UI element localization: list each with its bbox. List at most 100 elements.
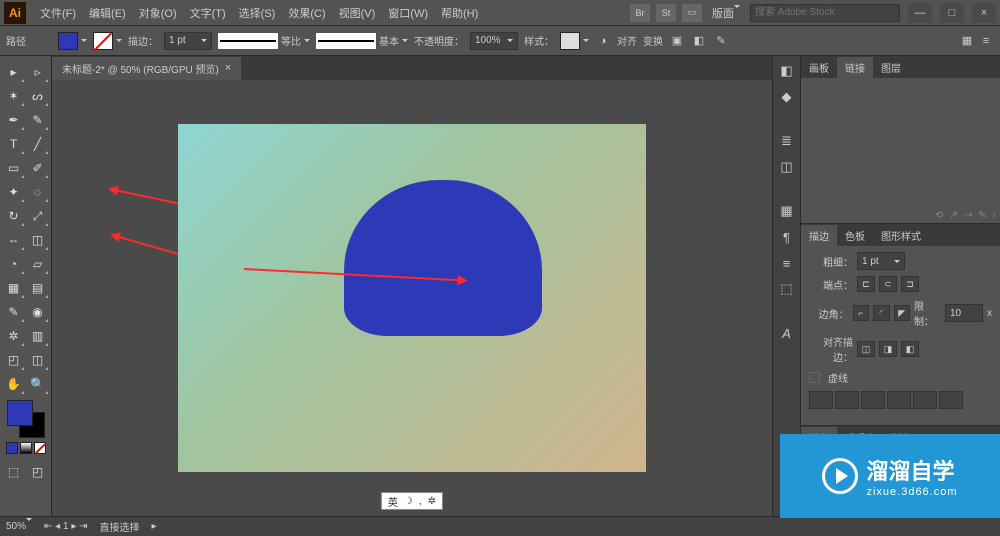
tool-direct-select[interactable]: ▹ [27, 61, 49, 83]
join-bevel[interactable]: ◤ [894, 305, 910, 321]
align-outside[interactable]: ◧ [901, 341, 919, 357]
tool-scale[interactable]: ⤢ [27, 205, 49, 227]
links-goto-icon[interactable]: ↗ [949, 210, 957, 221]
brush-definition[interactable] [316, 33, 376, 49]
brushes-icon[interactable]: ≣ [778, 132, 796, 150]
ime-gear-icon[interactable]: ✲ [428, 496, 436, 507]
change-screen[interactable]: ◰ [27, 461, 49, 483]
maximize-button[interactable]: □ [940, 3, 964, 23]
tab-stroke[interactable]: 描边 [801, 225, 837, 246]
align-icon[interactable]: ≡ [778, 254, 796, 272]
mode-color[interactable] [6, 442, 18, 454]
libraries-icon[interactable]: ◆ [778, 88, 796, 106]
stroke-swatch[interactable] [93, 32, 113, 50]
cap-round[interactable]: ⊂ [879, 276, 897, 292]
menu-object[interactable]: 对象(O) [133, 2, 183, 24]
tool-selection[interactable]: ▸ [3, 61, 25, 83]
char-icon[interactable]: ¶ [778, 228, 796, 246]
align-center[interactable]: ◫ [857, 341, 875, 357]
screen-mode[interactable]: ⬚ [3, 461, 25, 483]
chevron-down-icon[interactable] [116, 39, 122, 42]
menu-effect[interactable]: 效果(C) [282, 2, 331, 24]
tab-links[interactable]: 链接 [837, 57, 873, 78]
links-edit-icon[interactable]: ✎ [978, 210, 986, 221]
fill-fg-swatch[interactable] [7, 400, 33, 426]
recolor-icon[interactable]: ◑ [595, 33, 611, 49]
tool-rectangle[interactable]: ▭ [3, 157, 25, 179]
links-expand-icon[interactable]: › [993, 210, 996, 221]
tool-slice[interactable]: ◫ [27, 349, 49, 371]
tool-curvature[interactable]: ✎ [27, 109, 49, 131]
tool-mesh[interactable]: ▦ [3, 277, 25, 299]
ime-lang[interactable]: 英 [388, 494, 398, 509]
tool-paintbrush[interactable]: ✐ [27, 157, 49, 179]
opacity-label[interactable]: 不透明度： [414, 33, 464, 48]
tab-close-icon[interactable]: × [225, 62, 231, 74]
tool-eraser[interactable]: ◌ [27, 181, 49, 203]
tool-free-transform[interactable]: ◫ [27, 229, 49, 251]
status-nav-next[interactable]: ▸ [152, 521, 157, 532]
chevron-down-icon[interactable] [402, 39, 408, 42]
graphic-style[interactable] [560, 32, 580, 50]
menu-edit[interactable]: 编辑(E) [83, 2, 132, 24]
chevron-down-icon[interactable] [583, 39, 589, 42]
join-miter[interactable]: ⌐ [853, 305, 869, 321]
mode-none[interactable] [34, 442, 46, 454]
bridge-icon[interactable]: Br [630, 4, 650, 22]
workspace-switcher[interactable]: 版面 [708, 5, 744, 21]
artboard-nav[interactable]: ⇤ ◂ 1 ▸ ⇥ [44, 521, 88, 532]
panel-toggle-icon[interactable]: ▦ [959, 33, 975, 49]
tool-zoom[interactable]: 🔍 [27, 373, 49, 395]
close-button[interactable]: × [972, 3, 996, 23]
tab-artboards[interactable]: 画板 [801, 57, 837, 78]
search-input[interactable] [750, 4, 900, 22]
tool-line[interactable]: ╱ [27, 133, 49, 155]
tool-blend[interactable]: ◉ [27, 301, 49, 323]
menu-help[interactable]: 帮助(H) [435, 2, 484, 24]
gap-3[interactable] [939, 391, 963, 409]
tool-pen[interactable]: ✒ [3, 109, 25, 131]
arrange-icon[interactable]: ▭ [682, 4, 702, 22]
clip-icon[interactable]: ◧ [691, 33, 707, 49]
menu-select[interactable]: 选择(S) [233, 2, 282, 24]
ime-moon-icon[interactable]: ☽ [404, 496, 413, 507]
tool-hand[interactable]: ✋ [3, 373, 25, 395]
links-update-icon[interactable]: ⇢ [964, 210, 972, 221]
tool-shaper[interactable]: ✦ [3, 181, 25, 203]
dash-3[interactable] [913, 391, 937, 409]
tool-magic-wand[interactable]: ✶ [3, 85, 25, 107]
mode-gradient[interactable] [20, 442, 32, 454]
swatches-icon[interactable]: ▦ [778, 202, 796, 220]
zoom-level[interactable]: 50% [6, 521, 32, 532]
tab-swatches[interactable]: 色板 [837, 225, 873, 246]
fill-stroke-preview[interactable] [7, 400, 45, 438]
tab-layers[interactable]: 图层 [873, 57, 909, 78]
tool-symbol-sprayer[interactable]: ✲ [3, 325, 25, 347]
appearance-icon[interactable]: A [778, 324, 796, 342]
gap-2[interactable] [887, 391, 911, 409]
panel-menu-icon[interactable]: ≡ [978, 33, 994, 49]
document-tab[interactable]: 未标题-2* @ 50% (RGB/GPU 预览) × [52, 57, 241, 80]
align-link[interactable]: 对齐 [617, 33, 637, 48]
edit-icon[interactable]: ✎ [713, 33, 729, 49]
dash-1[interactable] [809, 391, 833, 409]
menu-window[interactable]: 窗口(W) [382, 2, 434, 24]
fill-swatch[interactable] [58, 32, 78, 50]
tool-perspective[interactable]: ▱ [27, 253, 49, 275]
tool-type[interactable]: T [3, 133, 25, 155]
stock-icon[interactable]: St [656, 4, 676, 22]
menu-view[interactable]: 视图(V) [333, 2, 382, 24]
dashed-checkbox[interactable] [809, 372, 820, 383]
gap-1[interactable] [835, 391, 859, 409]
tool-column-graph[interactable]: ▥ [27, 325, 49, 347]
ime-toolbar[interactable]: 英 ☽ , ✲ [381, 492, 443, 510]
tool-shape-builder[interactable]: ◔ [3, 253, 25, 275]
stroke-label[interactable]: 描边： [128, 33, 158, 48]
pathfinder-icon[interactable]: ⬚ [778, 280, 796, 298]
transform-link[interactable]: 变换 [643, 33, 663, 48]
canvas[interactable]: 英 ☽ , ✲ [52, 80, 772, 516]
menu-file[interactable]: 文件(F) [34, 2, 82, 24]
chevron-down-icon[interactable] [304, 39, 310, 42]
variable-width-profile[interactable] [218, 33, 278, 49]
tool-gradient[interactable]: ▤ [27, 277, 49, 299]
